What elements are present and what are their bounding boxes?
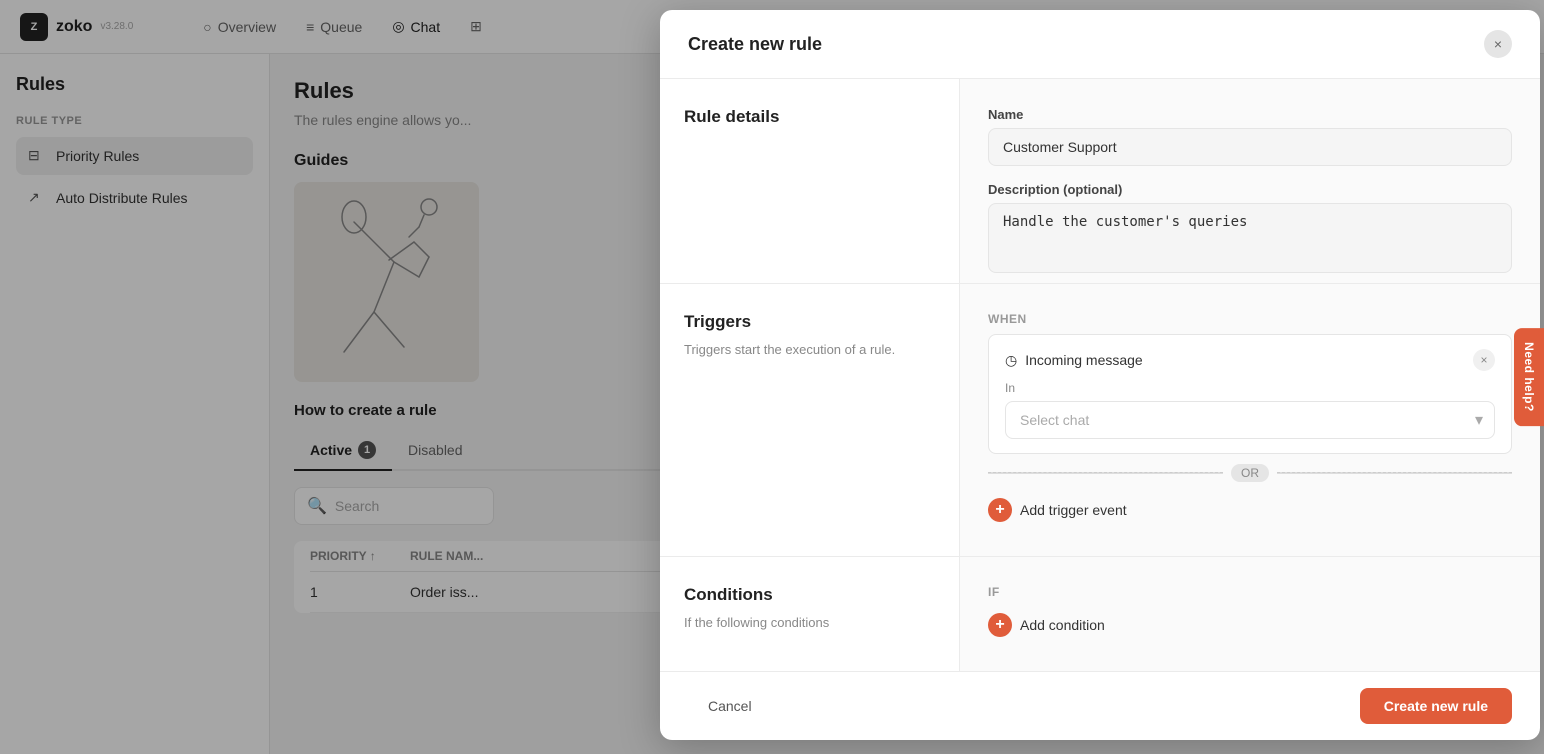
- in-label: In: [1005, 381, 1495, 395]
- name-input[interactable]: [988, 128, 1512, 166]
- modal-left-conditions: Conditions If the following conditions: [660, 557, 960, 671]
- name-label: Name: [988, 107, 1512, 122]
- add-condition-icon: +: [988, 613, 1012, 637]
- triggers-section-row: Triggers Triggers start the execution of…: [660, 283, 1540, 556]
- modal-right-rule-details: Name Description (optional) Handle the c…: [960, 79, 1540, 283]
- when-label: WHEN: [988, 312, 1512, 326]
- trigger-name: ◷ Incoming message: [1005, 352, 1143, 369]
- if-label: IF: [988, 585, 1512, 599]
- modal-footer: Cancel Create new rule: [660, 671, 1540, 740]
- trigger-remove-button[interactable]: ×: [1473, 349, 1495, 371]
- modal-left-rule-details: Rule details: [660, 79, 960, 283]
- modal-right-conditions: IF + Add condition: [960, 557, 1540, 671]
- triggers-section-desc: Triggers start the execution of a rule.: [684, 340, 935, 360]
- modal-title: Create new rule: [688, 34, 822, 55]
- description-textarea[interactable]: Handle the customer's queries: [988, 203, 1512, 273]
- add-trigger-button[interactable]: + Add trigger event: [988, 492, 1512, 528]
- rule-details-title: Rule details: [684, 107, 935, 127]
- description-label: Description (optional): [988, 182, 1512, 197]
- select-chat[interactable]: Select chat: [1005, 401, 1495, 439]
- message-icon: ◷: [1005, 352, 1017, 369]
- add-condition-button[interactable]: + Add condition: [988, 607, 1512, 643]
- modal-body: Rule details Name Description (optional)…: [660, 79, 1540, 283]
- modal-left-triggers: Triggers Triggers start the execution of…: [660, 284, 960, 556]
- modal-right-triggers: WHEN ◷ Incoming message × In Select chat: [960, 284, 1540, 556]
- create-rule-modal: Create new rule × Rule details Name Desc…: [660, 10, 1540, 740]
- or-badge: OR: [1231, 464, 1269, 482]
- cancel-button[interactable]: Cancel: [688, 688, 772, 724]
- modal-close-button[interactable]: ×: [1484, 30, 1512, 58]
- triggers-section-title: Triggers: [684, 312, 935, 332]
- add-trigger-icon: +: [988, 498, 1012, 522]
- modal-header: Create new rule ×: [660, 10, 1540, 79]
- create-button[interactable]: Create new rule: [1360, 688, 1512, 724]
- conditions-section-title: Conditions: [684, 585, 935, 605]
- trigger-card: ◷ Incoming message × In Select chat: [988, 334, 1512, 454]
- trigger-top: ◷ Incoming message ×: [1005, 349, 1495, 371]
- need-help-button[interactable]: Need help?: [1514, 328, 1544, 426]
- or-divider: OR: [988, 464, 1512, 482]
- conditions-section-desc: If the following conditions: [684, 613, 935, 633]
- select-chat-wrapper: Select chat: [1005, 401, 1495, 439]
- conditions-section-row: Conditions If the following conditions I…: [660, 556, 1540, 671]
